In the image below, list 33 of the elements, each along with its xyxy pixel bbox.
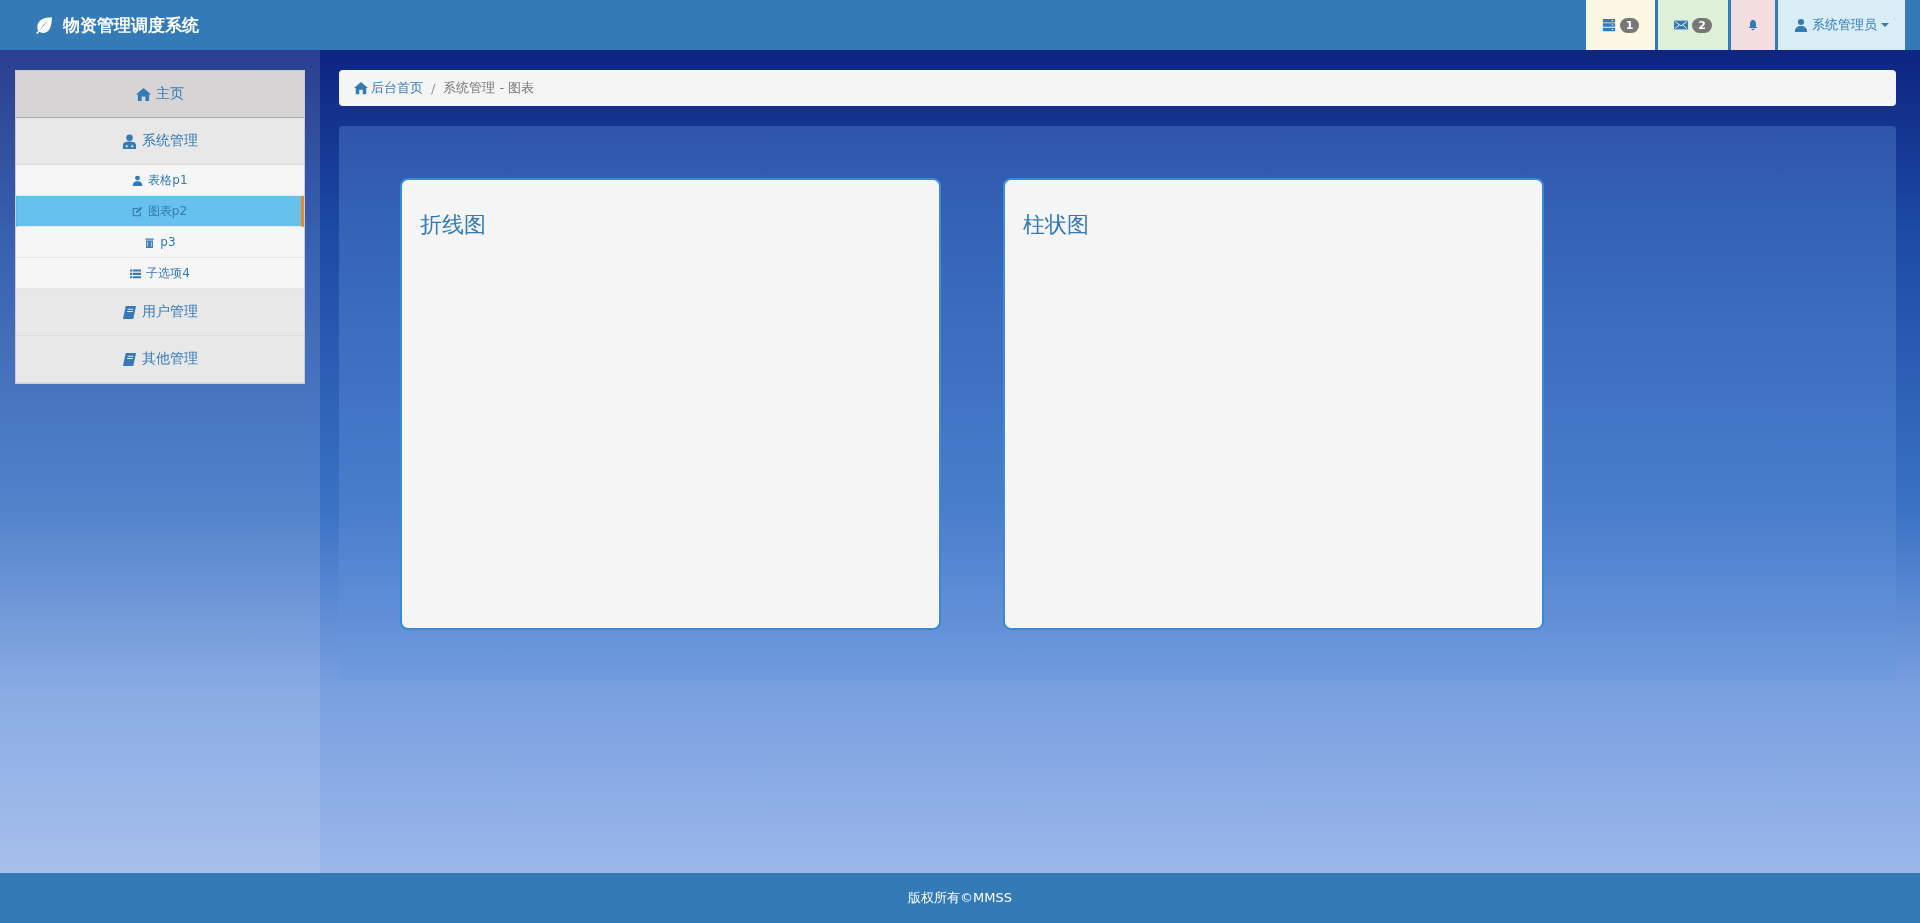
book-icon	[122, 351, 137, 367]
tasks-button[interactable]: 1	[1585, 0, 1656, 50]
bell-icon	[1747, 19, 1759, 31]
user-badge-icon	[122, 133, 137, 149]
app-title: 物资管理调度系统	[63, 13, 199, 37]
card-title: 柱状图	[1023, 211, 1090, 239]
list-icon	[130, 267, 142, 279]
caret-icon	[1881, 23, 1889, 27]
sidebar-item[interactable]: 主页	[16, 71, 304, 118]
sidebar-subitem[interactable]: 表格p1	[16, 165, 304, 196]
count-badge: 2	[1692, 17, 1712, 33]
trash-icon	[144, 236, 156, 248]
home-icon	[136, 86, 151, 102]
book-icon	[122, 304, 137, 320]
count-badge: 1	[1619, 17, 1640, 33]
alerts-button[interactable]	[1731, 0, 1775, 50]
leaf-icon	[35, 16, 53, 34]
user-icon	[1794, 18, 1808, 32]
user-icon	[132, 174, 144, 186]
sidebar-subitem[interactable]: p3	[16, 227, 304, 258]
card-title: 折线图	[420, 211, 487, 239]
breadcrumb-current: 系统管理 - 图表	[443, 79, 535, 97]
home-icon	[354, 81, 368, 95]
breadcrumb-link[interactable]: 后台首页	[354, 79, 423, 97]
sidebar-subitem[interactable]: 子选项4	[16, 258, 304, 289]
copyright-text: 版权所有©MMSS	[908, 889, 1012, 907]
edit-icon	[131, 205, 143, 217]
sidebar-subitem[interactable]: 图表p2	[16, 196, 304, 227]
breadcrumb-separator: /	[431, 80, 436, 96]
envelope-icon	[1674, 18, 1689, 32]
tasks-icon	[1601, 18, 1616, 32]
user-menu-button[interactable]: 系统管理员	[1778, 0, 1905, 50]
messages-button[interactable]: 2	[1658, 0, 1728, 50]
